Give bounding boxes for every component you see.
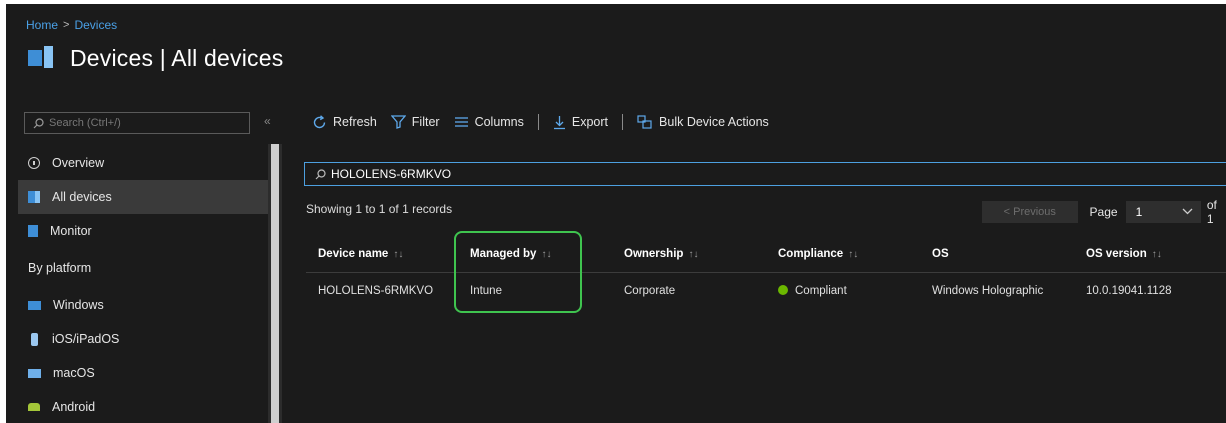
page-label: Page (1089, 205, 1118, 219)
page-header: Devices | All devices (28, 44, 283, 72)
search-icon (315, 168, 326, 179)
column-header-label: OS version (1086, 248, 1147, 260)
devices-icon (28, 191, 40, 203)
compliance-status: Compliant (795, 285, 847, 297)
refresh-label: Refresh (333, 115, 377, 129)
macos-icon (28, 368, 41, 378)
search-input-value: HOLOLENS-6RMKVO (331, 167, 452, 181)
sidebar-item-monitor[interactable]: Monitor (18, 214, 268, 248)
page-total: of 1 (1206, 198, 1217, 226)
sidebar-item-ios[interactable]: iOS/iPadOS (18, 322, 268, 356)
device-search-input[interactable]: HOLOLENS-6RMKVO (304, 162, 1226, 186)
search-icon (33, 117, 44, 128)
previous-page-button[interactable]: < Previous (982, 201, 1078, 223)
column-header-label: Ownership (624, 248, 684, 260)
column-header-compliance[interactable]: Compliance ↑↓ (766, 248, 920, 260)
sidebar-scrollbar[interactable] (268, 144, 282, 423)
page-select[interactable]: 1 (1125, 201, 1201, 223)
sidebar-item-label: All devices (52, 190, 112, 204)
cell-os: Windows Holographic (932, 285, 1044, 297)
sidebar-item-android[interactable]: Android (18, 390, 268, 423)
breadcrumb-devices[interactable]: Devices (74, 18, 117, 32)
sort-icon: ↑↓ (848, 249, 859, 260)
sidebar: Search (Ctrl+/) « Overview All devices M… (18, 104, 283, 423)
sidebar-item-label: macOS (53, 366, 95, 380)
devices-icon (28, 44, 56, 72)
search-placeholder: Search (Ctrl+/) (49, 117, 121, 129)
table-row[interactable]: HOLOLENS-6RMKVO Intune Corporate Complia… (306, 273, 1226, 309)
sidebar-item-all-devices[interactable]: All devices (18, 180, 268, 214)
sidebar-item-label: Android (52, 400, 96, 414)
sidebar-item-label: Overview (52, 156, 105, 170)
toolbar-divider (622, 114, 624, 130)
cell-os-version: 10.0.19041.1128 (1086, 285, 1172, 297)
sidebar-item-label: Windows (53, 298, 104, 312)
command-bar: Refresh Filter Columns Export Bulk Devic… (312, 114, 783, 130)
android-icon (28, 403, 40, 411)
windows-icon (28, 300, 41, 310)
monitor-icon (28, 225, 38, 237)
sort-icon: ↑↓ (393, 249, 404, 260)
download-icon (553, 115, 565, 129)
sidebar-item-overview[interactable]: Overview (18, 146, 268, 180)
ios-icon (31, 332, 38, 346)
sort-icon: ↑↓ (688, 249, 699, 260)
chevron-down-icon (1182, 207, 1193, 218)
column-header-os-version[interactable]: OS version ↑↓ (1074, 248, 1226, 260)
collapse-sidebar-button[interactable]: « (264, 114, 271, 128)
check-icon (778, 285, 788, 295)
column-header-device-name[interactable]: Device name ↑↓ (306, 248, 458, 260)
toolbar-divider (537, 114, 539, 130)
bulk-device-actions-button[interactable]: Bulk Device Actions (637, 115, 769, 129)
breadcrumb: Home > Devices (26, 18, 117, 32)
portal-window: Home > Devices Devices | All devices Sea… (6, 4, 1226, 423)
pagination: < Previous Page 1 of 1 (982, 198, 1226, 226)
sidebar-nav: Overview All devices Monitor By platform… (18, 146, 268, 423)
sidebar-item-label: Monitor (50, 224, 92, 238)
info-icon (28, 157, 40, 169)
sidebar-item-label: iOS/iPadOS (52, 332, 120, 346)
scrollbar-thumb[interactable] (271, 144, 279, 423)
main-content: Refresh Filter Columns Export Bulk Devic… (290, 104, 1226, 423)
refresh-button[interactable]: Refresh (312, 114, 377, 130)
sort-icon: ↑↓ (1151, 249, 1162, 260)
export-button[interactable]: Export (553, 115, 608, 130)
export-label: Export (571, 115, 609, 129)
records-summary: Showing 1 to 1 of 1 records (306, 202, 453, 216)
sidebar-item-macos[interactable]: macOS (18, 356, 268, 390)
page-title: Devices | All devices (70, 44, 284, 71)
sidebar-search-input[interactable]: Search (Ctrl+/) (24, 112, 250, 134)
columns-label: Columns (474, 115, 524, 129)
column-header-ownership[interactable]: Ownership ↑↓ (612, 248, 766, 260)
column-header-label: Device name (318, 248, 389, 260)
managed-by-highlight-box (454, 231, 582, 313)
cell-compliance: Compliant (766, 285, 920, 297)
breadcrumb-home[interactable]: Home (26, 18, 58, 32)
filter-icon (390, 115, 406, 129)
refresh-icon (313, 114, 326, 128)
bulk-actions-icon (637, 115, 652, 129)
columns-icon (454, 117, 468, 127)
page-select-value: 1 (1135, 205, 1143, 219)
column-header-label: Compliance (778, 248, 844, 260)
column-header-label: OS (932, 248, 949, 260)
devices-table: Device name ↑↓ Managed by ↑↓ Ownership ↑↓ C… (306, 236, 1226, 309)
columns-button[interactable]: Columns (454, 115, 524, 129)
table-header-row: Device name ↑↓ Managed by ↑↓ Ownership ↑↓ C… (306, 236, 1226, 273)
cell-ownership: Corporate (624, 285, 676, 297)
cell-device-name[interactable]: HOLOLENS-6RMKVO (306, 285, 458, 297)
column-header-os[interactable]: OS (920, 248, 1074, 260)
filter-label: Filter (411, 115, 440, 129)
sidebar-item-windows[interactable]: Windows (18, 288, 268, 322)
filter-button[interactable]: Filter (390, 115, 440, 129)
bulk-device-actions-label: Bulk Device Actions (659, 115, 769, 129)
sidebar-section-by-platform: By platform (28, 261, 92, 275)
breadcrumb-separator: > (63, 19, 70, 31)
